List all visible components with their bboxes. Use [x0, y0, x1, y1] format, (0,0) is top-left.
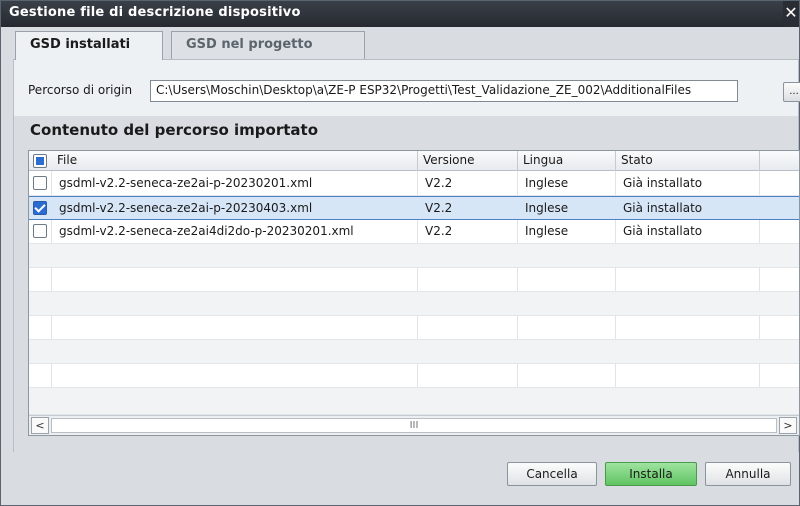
empty-row — [29, 316, 799, 340]
row-checkbox[interactable] — [33, 201, 47, 215]
dialog-footer: Cancella Installa Annulla — [1, 453, 799, 505]
row-language: Inglese — [525, 224, 569, 238]
empty-row — [29, 244, 799, 268]
source-path-row: Percorso di origin C:\Users\Moschin\Desk… — [28, 80, 800, 102]
imported-content-section: Contenuto del percorso importato File Ve… — [14, 116, 800, 453]
header-status[interactable]: Stato — [621, 153, 653, 167]
abort-button[interactable]: Annulla — [705, 462, 791, 486]
row-file: gsdml-v2.2-seneca-ze2ai-p-20230403.xml — [59, 201, 313, 215]
tab-gsd-installati[interactable]: GSD installati — [15, 31, 163, 60]
empty-row — [29, 364, 799, 388]
gsd-file-table: File Versione Lingua Stato gsdml-v2.2-se — [28, 150, 800, 436]
row-language: Inglese — [525, 176, 569, 190]
row-checkbox[interactable] — [33, 176, 47, 190]
table-row[interactable]: gsdml-v2.2-seneca-ze2ai4di2do-p-20230201… — [29, 220, 799, 244]
gsd-dialog: Gestione file di descrizione dispositivo… — [0, 0, 800, 506]
row-file: gsdml-v2.2-seneca-ze2ai-p-20230201.xml — [59, 176, 313, 190]
row-file: gsdml-v2.2-seneca-ze2ai4di2do-p-20230201… — [59, 224, 354, 238]
tab-panel: Percorso di origin C:\Users\Moschin\Desk… — [13, 59, 800, 453]
column-divider[interactable] — [615, 151, 616, 171]
row-language: Inglese — [525, 201, 569, 215]
row-status: Già installato — [623, 176, 703, 190]
column-divider[interactable] — [517, 151, 518, 171]
scroll-left-icon[interactable]: < — [31, 417, 49, 434]
select-all-checkbox[interactable] — [33, 154, 47, 168]
table-header: File Versione Lingua Stato — [29, 151, 799, 171]
close-icon[interactable]: ✕ — [783, 1, 799, 27]
browse-button[interactable]: ... — [783, 82, 800, 102]
row-status: Già installato — [623, 201, 703, 215]
table-row[interactable]: gsdml-v2.2-seneca-ze2ai-p-20230201.xml V… — [29, 172, 799, 196]
empty-row — [29, 340, 799, 364]
row-version: V2.2 — [425, 176, 453, 190]
tab-gsd-nel-progetto[interactable]: GSD nel progetto — [171, 31, 365, 59]
source-path-input[interactable]: C:\Users\Moschin\Desktop\a\ZE-P ESP32\Pr… — [150, 80, 738, 102]
source-path-label: Percorso di origin — [28, 83, 133, 97]
window-title: Gestione file di descrizione dispositivo — [9, 5, 301, 20]
install-button[interactable]: Installa — [605, 462, 697, 486]
table-row[interactable]: gsdml-v2.2-seneca-ze2ai-p-20230403.xml V… — [29, 196, 799, 220]
row-checkbox[interactable] — [33, 224, 47, 238]
row-version: V2.2 — [425, 201, 453, 215]
header-file[interactable]: File — [57, 153, 77, 167]
scroll-right-icon[interactable]: > — [779, 417, 797, 434]
section-title: Contenuto del percorso importato — [30, 121, 319, 139]
empty-row — [29, 292, 799, 316]
empty-row — [29, 388, 799, 415]
horizontal-scrollbar[interactable]: < III > — [29, 415, 799, 435]
cancel-button[interactable]: Cancella — [507, 462, 597, 486]
column-divider[interactable] — [759, 151, 760, 171]
row-version: V2.2 — [425, 224, 453, 238]
header-language[interactable]: Lingua — [523, 153, 563, 167]
column-divider[interactable] — [417, 151, 418, 171]
scroll-thumb[interactable]: III — [51, 418, 777, 433]
row-status: Già installato — [623, 224, 703, 238]
empty-row — [29, 268, 799, 292]
title-bar: Gestione file di descrizione dispositivo… — [1, 1, 799, 27]
header-version[interactable]: Versione — [423, 153, 475, 167]
